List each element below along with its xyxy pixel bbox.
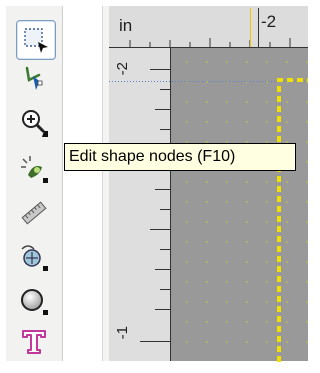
tool-tooltip: Edit shape nodes (F10)	[64, 143, 296, 171]
ruler-ticks-overlay	[109, 8, 308, 362]
app-window: in -2 -2 -1 Edit shape nodes (F10)	[0, 0, 314, 373]
